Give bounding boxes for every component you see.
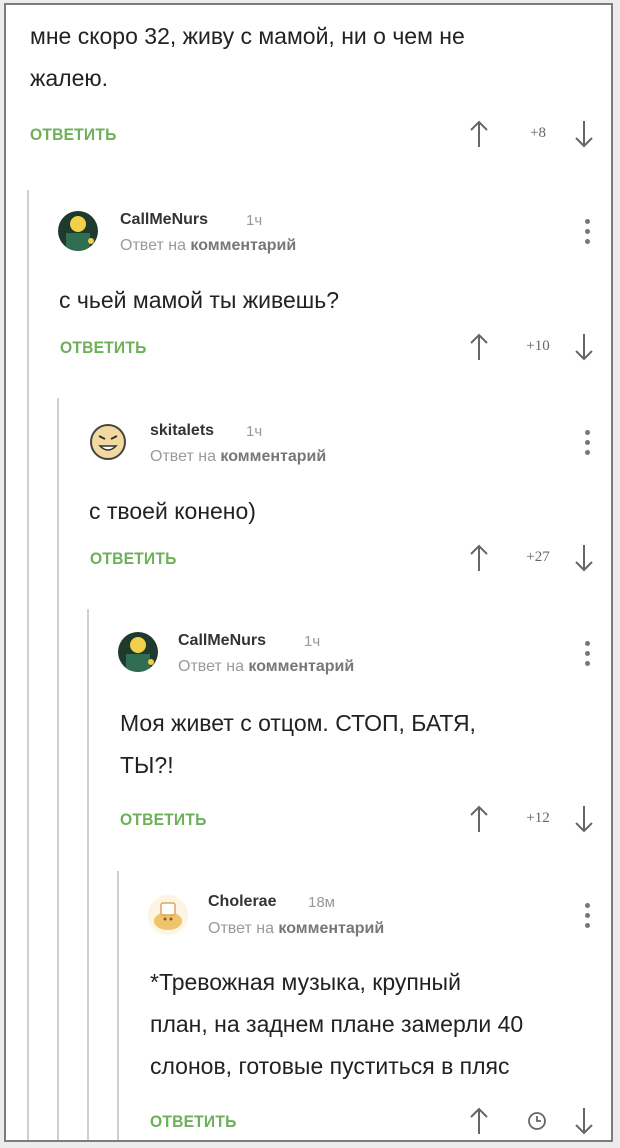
upvote-arrow-icon[interactable] [468, 543, 490, 573]
author-name[interactable]: skitalets [150, 422, 214, 440]
comment-text-line: *Тревожная музыка, крупный [150, 969, 461, 995]
author-name[interactable]: CallMeNurs [178, 632, 266, 650]
reply-to-line: Ответ на комментарий [150, 448, 326, 466]
comment-text-line: с твоей конено) [89, 498, 256, 524]
reply-button[interactable]: ОТВЕТИТЬ [150, 1112, 237, 1132]
avatar[interactable] [118, 632, 158, 672]
downvote-arrow-icon[interactable] [573, 543, 595, 573]
thread-line-1 [27, 190, 29, 1140]
comment-thread: мне скоро 32, живу с мамой, ни о чем не … [4, 3, 613, 1142]
vote-score: +12 [526, 810, 550, 826]
upvote-arrow-icon[interactable] [468, 1106, 490, 1136]
reply-button[interactable]: ОТВЕТИТЬ [30, 125, 117, 145]
thread-line-4 [117, 871, 119, 1140]
downvote-arrow-icon[interactable] [573, 804, 595, 834]
reply-button[interactable]: ОТВЕТИТЬ [120, 810, 207, 830]
comment-time: 1ч [246, 212, 263, 229]
reply-to-prefix: Ответ на [150, 448, 216, 465]
comment-text-line: план, на заднем плане замерли 40 [150, 1011, 524, 1037]
author-name[interactable]: CallMeNurs [120, 211, 208, 229]
downvote-arrow-icon[interactable] [573, 332, 595, 362]
reply-to-link[interactable]: комментарий [248, 658, 354, 675]
vote-score: +10 [526, 338, 550, 354]
author-name[interactable]: Cholerae [208, 893, 276, 911]
reply-to-link[interactable]: комментарий [278, 920, 384, 937]
more-options-icon[interactable] [582, 430, 592, 460]
reply-to-line: Ответ на комментарий [178, 658, 354, 676]
upvote-arrow-icon[interactable] [468, 804, 490, 834]
reply-to-link[interactable]: комментарий [190, 237, 296, 254]
avatar[interactable] [58, 211, 98, 251]
reply-button[interactable]: ОТВЕТИТЬ [90, 549, 177, 569]
upvote-arrow-icon[interactable] [468, 332, 490, 362]
comment-text: Моя живет с отцом. СТОП, БАТЯ, ТЫ?! [120, 702, 476, 786]
comment-time: 18м [308, 894, 335, 911]
comment-text-line: Моя живет с отцом. СТОП, БАТЯ, [120, 710, 476, 736]
more-options-icon[interactable] [582, 219, 592, 249]
reply-button[interactable]: ОТВЕТИТЬ [60, 338, 147, 358]
vote-score: +8 [530, 125, 546, 141]
comment-text-line: слонов, готовые пуститься в пляс [150, 1053, 510, 1079]
comment-text: *Тревожная музыка, крупный план, на задн… [150, 961, 523, 1087]
reply-to-prefix: Ответ на [208, 920, 274, 937]
clock-icon [526, 1106, 548, 1136]
comment-time: 1ч [304, 633, 321, 650]
reply-to-prefix: Ответ на [178, 658, 244, 675]
comment-text: мне скоро 32, живу с мамой, ни о чем не … [30, 15, 465, 99]
comment-text-line: с чьей мамой ты живешь? [59, 287, 339, 313]
thread-line-2 [57, 398, 59, 1140]
avatar[interactable] [148, 895, 188, 935]
comment-top: мне скоро 32, живу с мамой, ни о чем не … [6, 5, 611, 195]
comment-text-line: мне скоро 32, живу с мамой, ни о чем не [30, 23, 465, 49]
downvote-arrow-icon[interactable] [573, 1106, 595, 1136]
more-options-icon[interactable] [582, 641, 592, 671]
more-options-icon[interactable] [582, 903, 592, 933]
reply-to-line: Ответ на комментарий [120, 237, 296, 255]
thread-line-3 [87, 609, 89, 1140]
comment-text: с твоей конено) [89, 490, 256, 532]
downvote-arrow-icon[interactable] [573, 119, 595, 149]
comment-text-line: ТЫ?! [120, 752, 174, 778]
reply-to-prefix: Ответ на [120, 237, 186, 254]
comment-time: 1ч [246, 423, 263, 440]
reply-to-link[interactable]: комментарий [220, 448, 326, 465]
reply-to-line: Ответ на комментарий [208, 920, 384, 938]
upvote-arrow-icon[interactable] [468, 119, 490, 149]
comment-text: с чьей мамой ты живешь? [59, 279, 339, 321]
comment-text-line: жалею. [30, 65, 109, 91]
avatar[interactable] [88, 422, 128, 462]
vote-score: +27 [526, 549, 550, 565]
